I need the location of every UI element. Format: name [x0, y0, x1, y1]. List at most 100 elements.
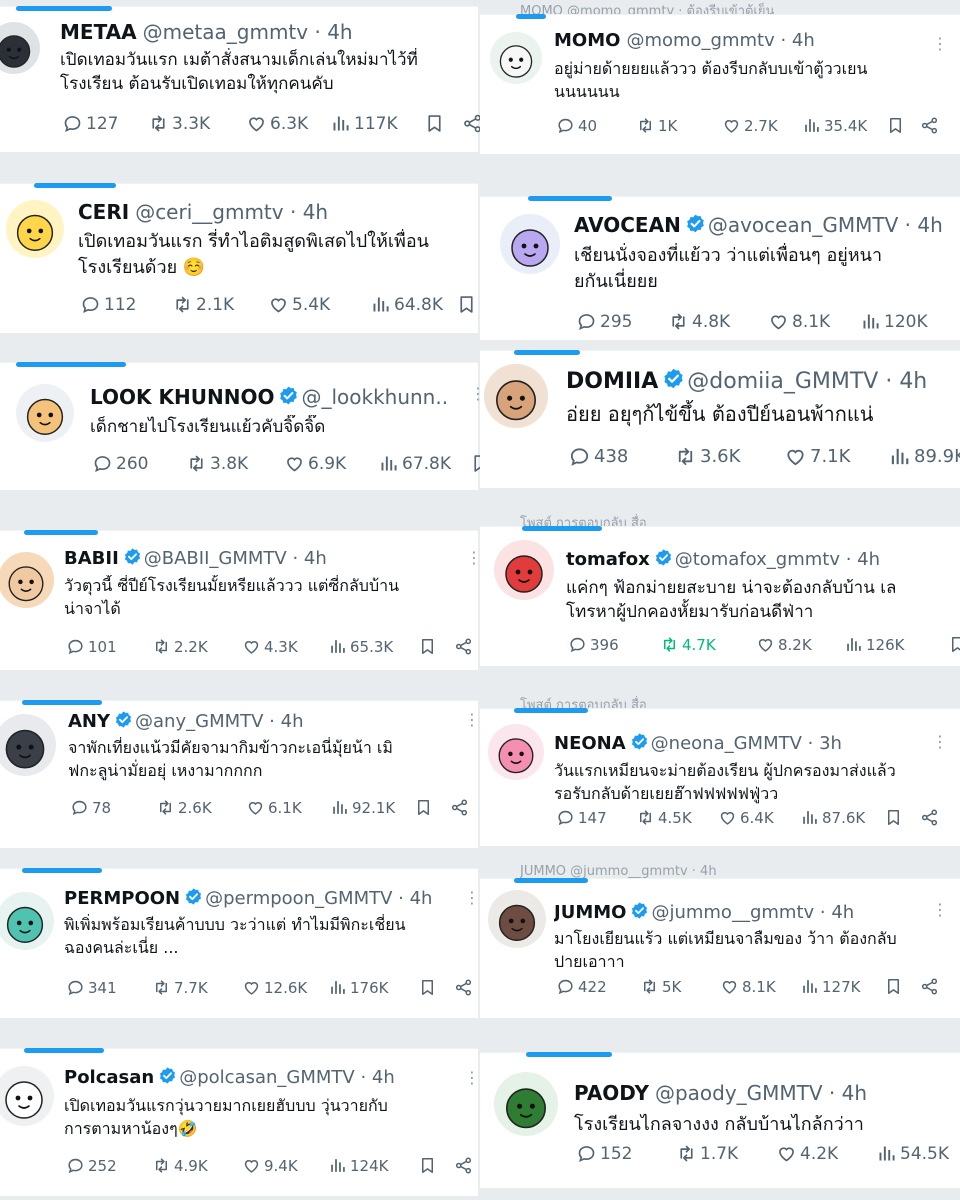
reply-button[interactable]: 260 [92, 453, 148, 474]
reply-button[interactable]: 101 [66, 637, 117, 656]
avatar[interactable] [494, 1072, 558, 1136]
like-button[interactable]: 12.6K [242, 978, 307, 997]
user-handle[interactable]: @metaa_gmmtv [143, 20, 308, 44]
timestamp[interactable]: 4h [304, 548, 327, 569]
user-handle[interactable]: @polcasan_GMMTV [179, 1067, 355, 1088]
avatar[interactable] [490, 32, 542, 84]
bookmark-button[interactable] [418, 637, 440, 656]
user-handle[interactable]: @momo_gmmtv [626, 30, 774, 51]
reply-button[interactable]: 295 [576, 311, 632, 332]
user-handle[interactable]: @ceri__gmmtv [135, 200, 283, 224]
user-handle[interactable]: @avocean_GMMTV [708, 213, 898, 237]
bookmark-button[interactable] [948, 635, 960, 654]
reply-button[interactable]: 341 [66, 978, 117, 997]
retweet-button[interactable]: 4.9K [152, 1156, 208, 1175]
more-options-icon[interactable]: ⋮ [932, 734, 948, 750]
share-button[interactable] [920, 977, 942, 996]
views-button[interactable]: 54.5K [876, 1143, 949, 1164]
views-button[interactable]: 87.6K [800, 808, 865, 827]
reply-button[interactable]: 127 [62, 113, 118, 134]
display-name[interactable]: METAA [60, 20, 137, 44]
views-button[interactable]: 126K [844, 635, 904, 654]
reply-button[interactable]: 152 [576, 1143, 632, 1164]
more-options-icon[interactable]: ⋮ [464, 712, 480, 728]
bookmark-button[interactable] [956, 311, 960, 332]
bookmark-button[interactable] [414, 798, 436, 817]
avatar[interactable] [500, 214, 560, 274]
more-options-icon[interactable]: ⋮ [464, 1070, 480, 1086]
timestamp[interactable]: 3h [819, 733, 842, 754]
more-options-icon[interactable]: ⋮ [464, 890, 480, 906]
views-button[interactable]: 120K [860, 311, 928, 332]
display-name[interactable]: MOMO [554, 30, 620, 51]
more-options-icon[interactable]: ⋮ [932, 36, 948, 52]
share-button[interactable] [454, 637, 476, 656]
retweet-button[interactable]: 4.5K [636, 808, 692, 827]
like-button[interactable]: 6.9K [284, 453, 346, 474]
user-handle[interactable]: @neona_GMMTV [651, 733, 802, 754]
share-button[interactable] [450, 798, 472, 817]
like-button[interactable]: 4.3K [242, 637, 298, 656]
reply-button[interactable]: 252 [66, 1156, 117, 1175]
retweet-button[interactable]: 2.6K [156, 798, 212, 817]
retweet-button[interactable]: 7.7K [152, 978, 208, 997]
like-button[interactable]: 7.1K [784, 445, 850, 468]
display-name[interactable]: ANY [68, 711, 110, 732]
like-button[interactable]: 6.4K [718, 808, 774, 827]
retweet-button[interactable]: 4.8K [668, 311, 730, 332]
user-handle[interactable]: @any_GMMTV [135, 711, 263, 732]
display-name[interactable]: LOOK KHUNNOO [90, 385, 274, 409]
user-handle[interactable]: @permpoon_GMMTV [205, 888, 392, 909]
reply-button[interactable]: 438 [568, 445, 628, 468]
timestamp[interactable]: 4h [831, 902, 854, 923]
retweet-button[interactable]: 3.8K [186, 453, 248, 474]
timestamp[interactable]: 4h [842, 1081, 867, 1105]
retweet-button[interactable]: 5K [640, 977, 681, 996]
avatar[interactable] [0, 552, 54, 608]
retweet-button[interactable]: 1.7K [676, 1143, 738, 1164]
display-name[interactable]: JUMMO [554, 902, 626, 923]
bookmark-button[interactable] [456, 294, 480, 315]
reply-button[interactable]: 147 [556, 808, 607, 827]
avatar[interactable] [16, 384, 74, 442]
timestamp[interactable]: 4h [372, 1067, 395, 1088]
user-handle[interactable]: @paody_GMMTV [655, 1081, 823, 1105]
like-button[interactable]: 9.4K [242, 1156, 298, 1175]
views-button[interactable]: 89.9K [888, 445, 960, 468]
bookmark-button[interactable] [884, 808, 906, 827]
bookmark-button[interactable] [886, 116, 908, 135]
display-name[interactable]: AVOCEAN [574, 213, 681, 237]
more-options-icon[interactable]: ⋮ [466, 550, 482, 566]
timestamp[interactable]: 4h [899, 369, 927, 394]
views-button[interactable]: 176K [328, 978, 388, 997]
display-name[interactable]: DOMIIA [566, 369, 658, 394]
share-button[interactable] [920, 808, 942, 827]
bookmark-button[interactable] [424, 113, 448, 134]
user-handle[interactable]: @_lookkhunn... [301, 385, 450, 409]
timestamp[interactable]: 4h [857, 549, 880, 570]
reply-button[interactable]: 78 [70, 798, 111, 817]
like-button[interactable]: 4.2K [776, 1143, 838, 1164]
reply-button[interactable]: 422 [556, 977, 607, 996]
display-name[interactable]: BABII [64, 548, 119, 569]
like-button[interactable]: 5.4K [268, 294, 330, 315]
bookmark-button[interactable] [418, 978, 440, 997]
avatar[interactable] [488, 890, 546, 948]
share-button[interactable] [454, 1156, 476, 1175]
user-handle[interactable]: @domiia_GMMTV [687, 369, 878, 394]
display-name[interactable]: NEONA [554, 733, 626, 754]
timestamp[interactable]: 4h [327, 20, 352, 44]
share-button[interactable] [454, 978, 476, 997]
display-name[interactable]: Polcasan [64, 1067, 154, 1088]
views-button[interactable]: 124K [328, 1156, 388, 1175]
like-button[interactable]: 6.1K [246, 798, 302, 817]
avatar[interactable] [6, 200, 64, 258]
reply-button[interactable]: 40 [556, 116, 597, 135]
timestamp[interactable]: 4h [792, 30, 815, 51]
avatar[interactable] [488, 724, 544, 780]
share-button[interactable] [920, 116, 942, 135]
views-button[interactable]: 117K [330, 113, 398, 134]
display-name[interactable]: CERI [78, 200, 129, 224]
views-button[interactable]: 92.1K [330, 798, 395, 817]
avatar[interactable] [494, 540, 554, 600]
